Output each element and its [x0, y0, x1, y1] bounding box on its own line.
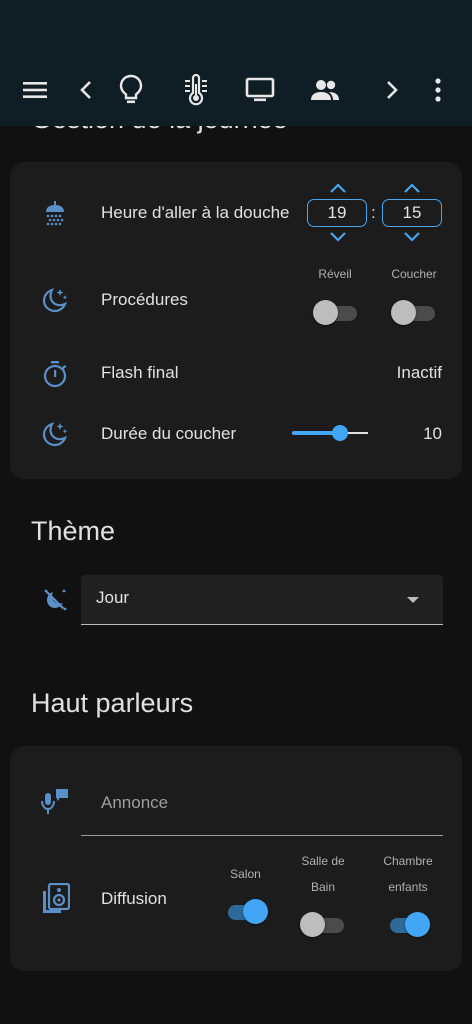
bathroom-switch[interactable] [300, 912, 346, 938]
page-content[interactable]: Gestion de la journée Heure d'aller à la… [0, 126, 472, 1024]
dropdown-arrow-icon [407, 597, 419, 603]
bedtime-duration-value: 10 [423, 424, 442, 443]
section-title-day: Gestion de la journée [31, 126, 288, 135]
moon-stars-icon [40, 419, 70, 449]
bedtime-switch[interactable] [391, 300, 437, 326]
minute-input[interactable]: 15 [382, 199, 442, 227]
switch-label-bathroom: Salle de Bain [301, 854, 345, 894]
announcement-input[interactable] [101, 790, 421, 816]
minute-decrement-icon[interactable] [402, 231, 422, 243]
menu-icon[interactable] [17, 72, 53, 108]
theme-select-value: Jour [96, 588, 130, 607]
moon-stars-icon [40, 285, 70, 315]
switch-label-living-room: Salon [230, 867, 261, 881]
theme-select[interactable]: Jour [81, 575, 443, 625]
final-flash-label: Flash final [101, 363, 179, 382]
section-title-theme: Thème [31, 516, 116, 546]
switch-label-bedtime: Coucher [391, 267, 437, 281]
shower-time-label: Heure d'aller à la douche [101, 203, 290, 222]
announcement-input-field[interactable] [81, 776, 443, 836]
lightbulb-icon[interactable] [113, 72, 149, 108]
theme-sun-moon-icon [40, 585, 70, 615]
timer-icon [40, 359, 70, 389]
diffusion-label: Diffusion [101, 889, 167, 908]
wake-switch[interactable] [313, 300, 359, 326]
section-title-speakers: Haut parleurs [31, 688, 194, 718]
hour-input[interactable]: 19 [307, 199, 367, 227]
hour-decrement-icon[interactable] [328, 231, 348, 243]
minute-increment-icon[interactable] [402, 182, 422, 194]
kids-room-switch[interactable] [384, 912, 430, 938]
top-app-bar [0, 0, 472, 126]
bedtime-duration-label: Durée du coucher [101, 424, 237, 443]
monitor-icon[interactable] [242, 72, 278, 108]
chevron-left-icon[interactable] [68, 72, 104, 108]
time-separator: : [371, 203, 376, 222]
thermometer-icon[interactable] [178, 72, 214, 108]
living-room-switch[interactable] [222, 899, 268, 925]
switch-label-kids-room: Chambre enfants [383, 854, 433, 894]
people-icon[interactable] [307, 72, 343, 108]
more-vert-icon[interactable] [420, 72, 456, 108]
day-management-card: Heure d'aller à la douche 19 : 15 Procéd… [10, 162, 462, 479]
procedures-label: Procédures [101, 290, 188, 309]
microphone-message-icon [40, 787, 70, 817]
speaker-icon [41, 883, 71, 914]
final-flash-value[interactable]: Inactif [397, 363, 442, 383]
chevron-right-icon[interactable] [374, 72, 410, 108]
switch-label-wake: Réveil [318, 267, 352, 281]
hour-increment-icon[interactable] [328, 182, 348, 194]
slider-handle[interactable] [331, 425, 348, 441]
shower-icon [40, 198, 70, 228]
bedtime-duration-slider[interactable] [292, 423, 368, 443]
